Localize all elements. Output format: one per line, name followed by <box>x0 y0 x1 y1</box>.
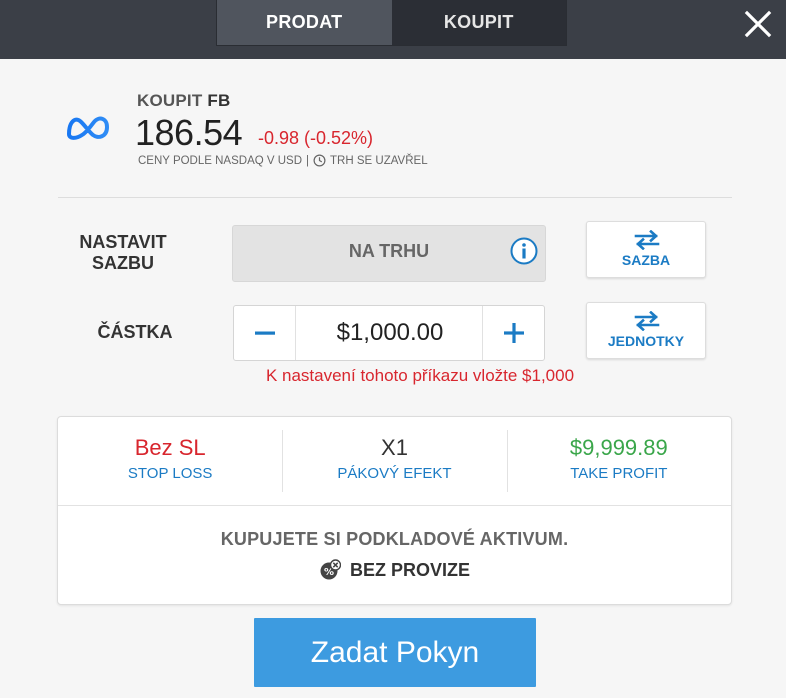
underlying-asset-note: KUPUJETE SI PODKLADOVÉ AKTIVUM. <box>220 529 569 549</box>
divider <box>58 197 732 198</box>
take-profit-value: $9,999.89 <box>569 435 668 460</box>
place-order-button[interactable]: Zadat Pokyn <box>254 618 536 687</box>
order-options: Bez SL STOP LOSS X1 PÁKOVÝ EFEKT $9,999.… <box>58 417 731 506</box>
symbol-label: FB <box>207 91 231 110</box>
clock-icon <box>313 154 326 167</box>
units-toggle-button[interactable]: JEDNOTKY <box>586 302 706 359</box>
order-options-card: Bez SL STOP LOSS X1 PÁKOVÝ EFEKT $9,999.… <box>57 416 732 605</box>
no-commission-icon: % <box>320 559 341 580</box>
increase-amount-button[interactable] <box>482 306 544 360</box>
meta-separator: | <box>306 154 310 167</box>
amount-input[interactable] <box>296 306 484 360</box>
take-profit-option[interactable]: $9,999.89 TAKE PROFIT <box>506 417 731 505</box>
price-meta: CENY PODLE NASDAQ V USD | TRH SE UZAVŘEL <box>138 154 428 167</box>
stop-loss-value: Bez SL <box>134 435 206 460</box>
close-icon[interactable] <box>742 8 774 40</box>
amount-stepper <box>233 305 545 361</box>
leverage-label: PÁKOVÝ EFEKT <box>337 465 452 482</box>
stop-loss-label: STOP LOSS <box>127 465 213 482</box>
trade-direction-tabs: PRODAT KOUPIT <box>216 0 567 46</box>
commission-label: BEZ PROVIZE <box>349 559 470 580</box>
info-icon[interactable] <box>509 236 539 266</box>
action-label: KOUPIT <box>137 91 203 110</box>
leverage-option[interactable]: X1 PÁKOVÝ EFEKT <box>282 417 506 505</box>
tab-sell[interactable]: PRODAT <box>217 0 392 45</box>
instrument-header: KOUPIT FB 186.54 -0.98 (-0.52%) CENY POD… <box>60 86 732 198</box>
prices-note: CENY PODLE NASDAQ V USD <box>138 154 303 167</box>
leverage-value: X1 <box>381 435 408 460</box>
commission-info: % BEZ PROVIZE <box>58 559 731 581</box>
rate-toggle-label: SAZBA <box>621 252 671 268</box>
swap-arrows-icon <box>634 230 660 250</box>
amount-label: ČÁSTKA <box>97 322 173 342</box>
meta-logo-icon <box>67 116 109 140</box>
set-rate-label: NASTAVIT SAZBU <box>79 232 167 273</box>
minus-icon <box>254 331 275 335</box>
amount-warning: K nastavení tohoto příkazu vložte $1,000 <box>265 366 575 385</box>
tab-buy[interactable]: KOUPIT <box>391 0 566 45</box>
top-bar: PRODAT KOUPIT <box>0 0 786 59</box>
rate-toggle-button[interactable]: SAZBA <box>586 221 706 278</box>
units-toggle-label: JEDNOTKY <box>607 333 685 349</box>
rate-value: NA TRHU <box>348 241 430 261</box>
swap-arrows-icon <box>634 311 660 331</box>
decrease-amount-button[interactable] <box>234 306 296 360</box>
price-change: -0.98 (-0.52%) <box>258 128 374 148</box>
take-profit-label: TAKE PROFIT <box>570 465 668 482</box>
market-status: TRH SE UZAVŘEL <box>330 154 428 167</box>
rate-field[interactable]: NA TRHU <box>232 225 546 282</box>
current-price: 186.54 <box>135 112 243 153</box>
plus-icon <box>503 323 524 343</box>
stop-loss-option[interactable]: Bez SL STOP LOSS <box>58 417 282 505</box>
instrument-title: KOUPIT FB <box>137 91 230 111</box>
